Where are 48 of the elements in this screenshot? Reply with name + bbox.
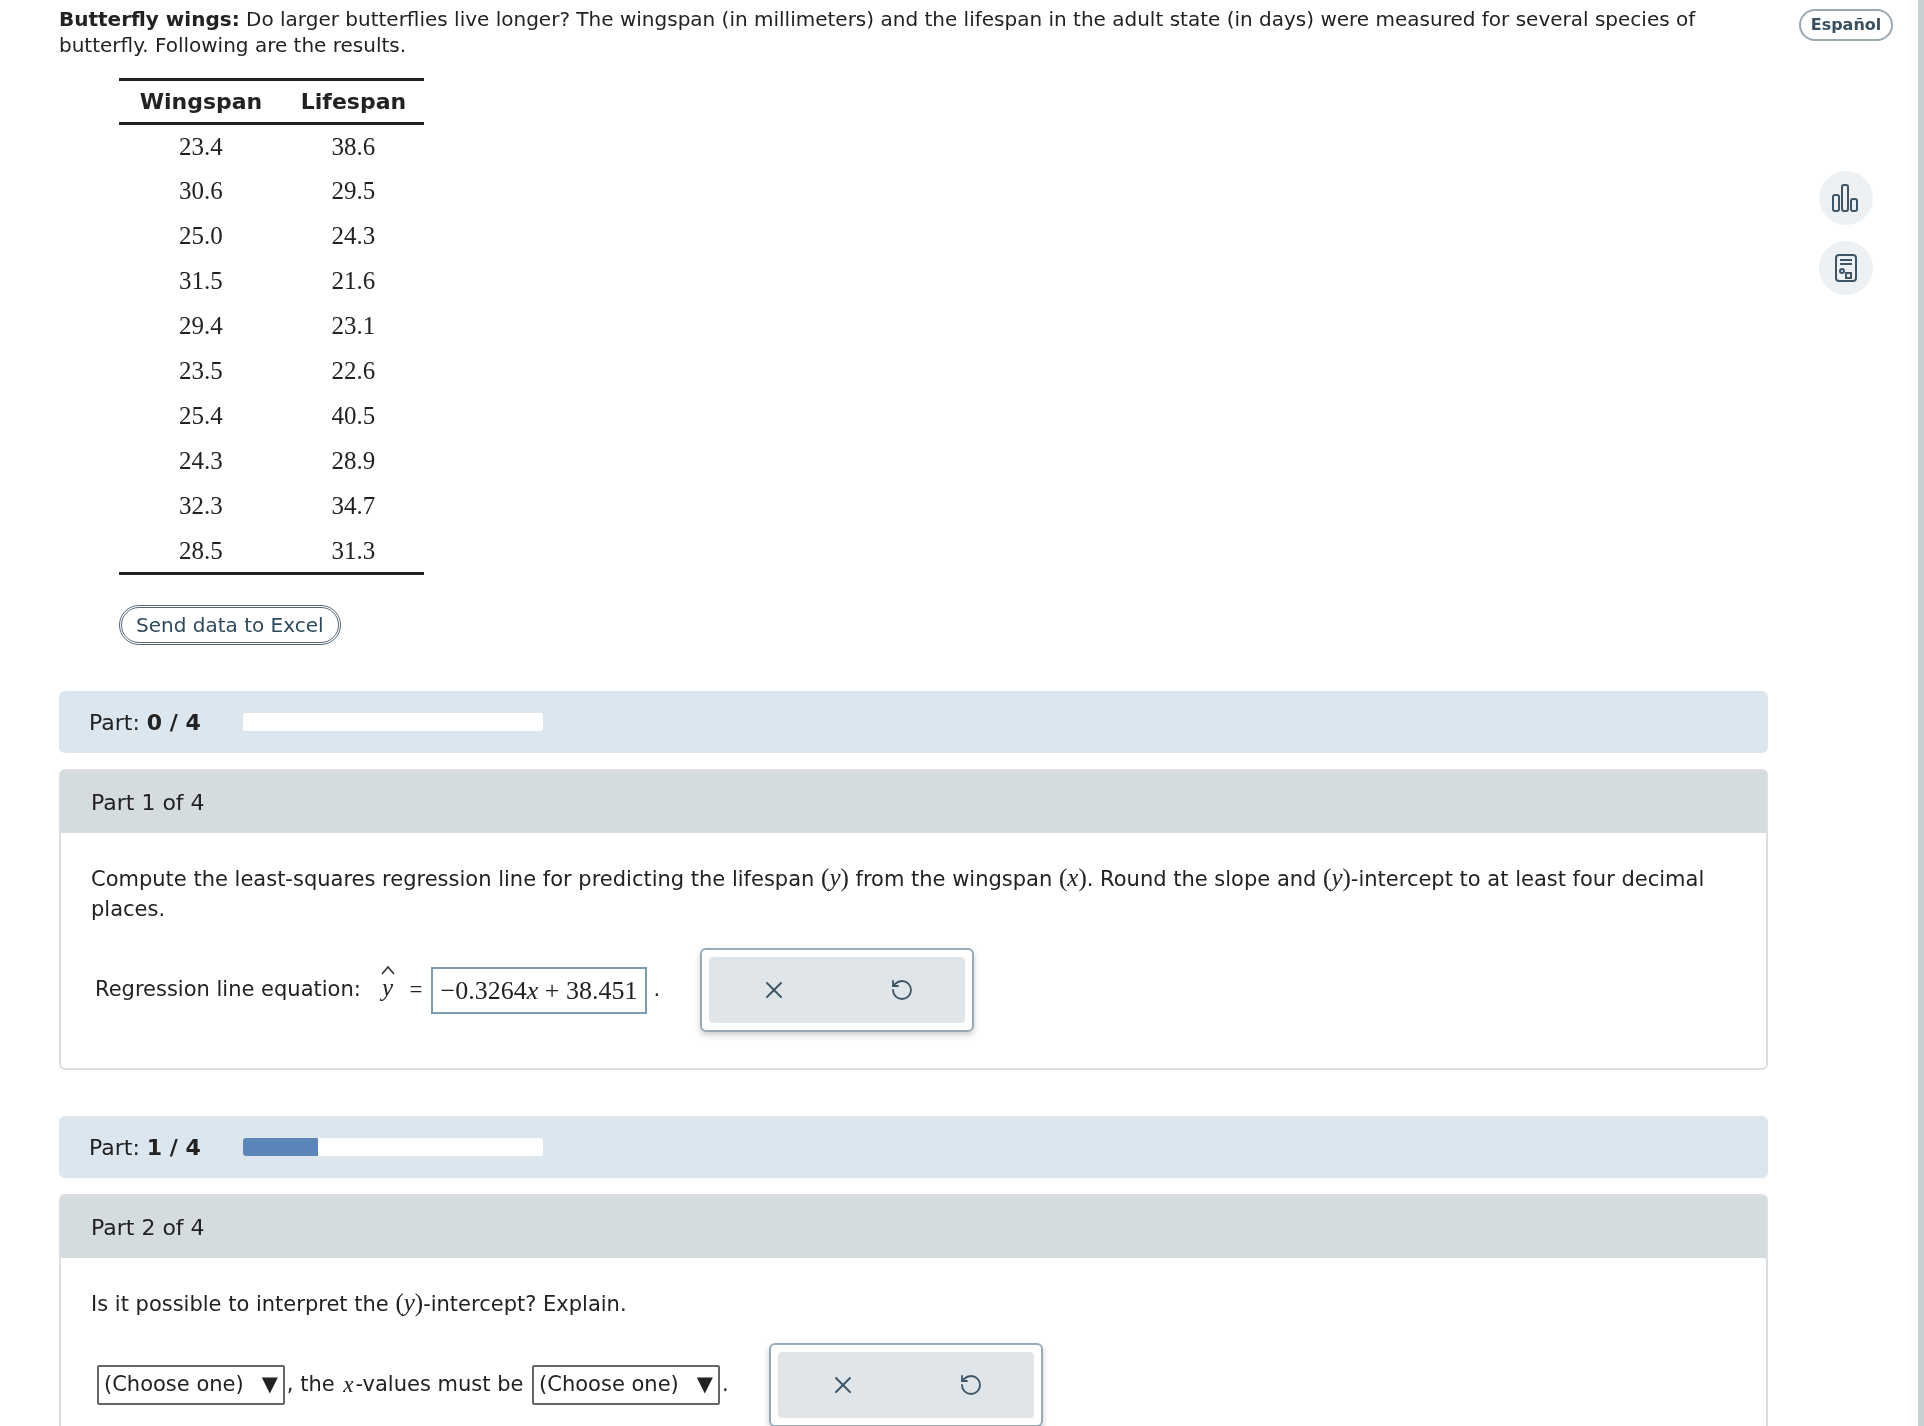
table-cell: 31.3 [283,528,424,574]
answer-text: . [653,976,661,1004]
table-cell-text: 32.3 [178,491,224,522]
answer-text: . [721,1371,729,1399]
table-cell: 23.4 [119,123,283,169]
table-cell-text: 22.6 [330,356,377,387]
choose-dropdown[interactable]: (Choose one) ▼ [532,1365,720,1405]
part-progress-label: Part: 1 / 4 [89,1133,202,1162]
answer-text: -values must be [355,1371,525,1399]
table-cell: 38.6 [283,123,424,169]
column-header: Wingspan [119,79,283,124]
part-progress-label: Part: 0 / 4 [89,708,202,737]
math-expression: x [342,1370,355,1399]
table-cell-text: 24.3 [178,446,224,477]
answer-text: Regression line equation: [95,976,362,1004]
answer-value-text: −0.3264 [440,975,527,1005]
answer-text: , the [286,1371,336,1399]
choose-dropdown[interactable]: (Choose one) ▼ [97,1365,285,1405]
table-cell-text: 25.4 [178,401,224,432]
answer-value-text: x [526,975,539,1005]
answer-field[interactable]: −0.3264x + 38.451 [430,966,648,1014]
language-button[interactable]: Español [1798,9,1894,41]
table-cell-text: 31.5 [178,266,224,297]
undo-icon[interactable] [890,978,915,1002]
undo-icon[interactable] [958,1373,983,1397]
table-cell-text: 24.3 [330,221,377,252]
table-cell-text: 34.7 [330,491,377,522]
question-text: Compute the least-squares regression line for predicting the lifespan (y) from the wingspan (x). Round the slope and (y)-intercept to at least four decimal places. [91,863,1706,923]
formula-sheet-button[interactable] [1819,241,1873,295]
question-text: Is it possible to interpret the (y)-intercept? Explain. [91,1288,628,1319]
table-cell-text: 40.5 [330,401,377,432]
part-header: Part 2 of 4 [61,1196,1766,1258]
document-icon [1834,253,1858,283]
column-header: Lifespan [283,79,424,124]
intro-paragraph: Butterfly wings: Do larger butterflies live longer? The wingspan (in millimeters) and the lifespan in the adult state (in days) were measured for several species of butterfly. Following are the results. [59,6,1697,58]
answer-value-text: + 38.451 [543,975,638,1005]
table-cell-text: 23.5 [178,356,224,387]
table-cell-text: 29.4 [178,311,224,342]
bar-chart-icon [1831,183,1861,213]
table-cell-text: 23.1 [330,311,377,342]
table-cell: 28.5 [119,528,283,574]
table-cell-text: 25.0 [178,221,224,252]
table-cell-text: 30.6 [178,176,224,207]
table-cell-text: 21.6 [330,266,377,297]
math-expression: = [408,975,424,1004]
part-header: Part 1 of 4 [61,771,1766,833]
table-cell-text: 29.5 [330,176,377,207]
table-cell-text: 28.9 [330,446,377,477]
